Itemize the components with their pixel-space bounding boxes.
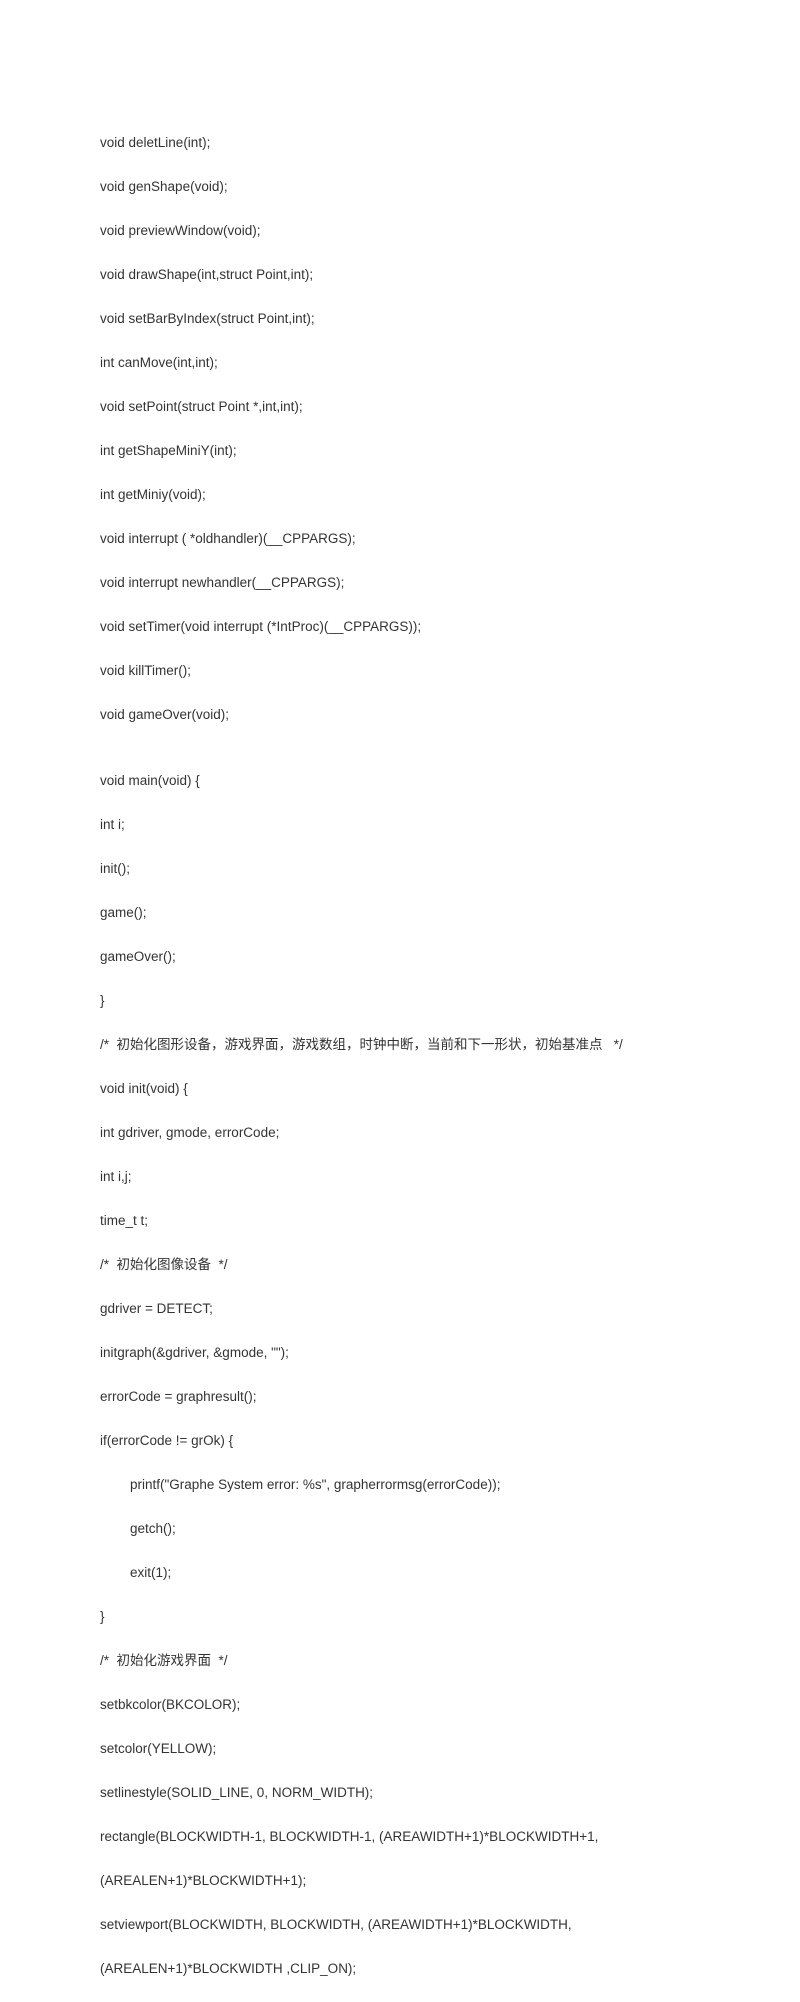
code-line: void setPoint(struct Point *,int,int); — [100, 396, 700, 418]
code-line: init(); — [100, 858, 700, 880]
code-line: void main(void) { — [100, 770, 700, 792]
code-line: (AREALEN+1)*BLOCKWIDTH ,CLIP_ON); — [100, 1958, 700, 1980]
code-line: int i; — [100, 814, 700, 836]
code-line: errorCode = graphresult(); — [100, 1386, 700, 1408]
code-line: void interrupt ( *oldhandler)(__CPPARGS)… — [100, 528, 700, 550]
code-line: } — [100, 1606, 700, 1628]
code-line: time_t t; — [100, 1210, 700, 1232]
code-line: int canMove(int,int); — [100, 352, 700, 374]
code-line: int gdriver, gmode, errorCode; — [100, 1122, 700, 1144]
code-line: setbkcolor(BKCOLOR); — [100, 1694, 700, 1716]
code-comment: /* 初始化游戏界面 */ — [100, 1650, 700, 1672]
code-line: rectangle(BLOCKWIDTH-1, BLOCKWIDTH-1, (A… — [100, 1826, 700, 1848]
code-line: initgraph(&gdriver, &gmode, ""); — [100, 1342, 700, 1364]
code-line: setlinestyle(SOLID_LINE, 0, NORM_WIDTH); — [100, 1782, 700, 1804]
code-line: int getShapeMiniY(int); — [100, 440, 700, 462]
code-line: void deletLine(int); — [100, 132, 700, 154]
code-line-indented: exit(1); — [100, 1562, 700, 1584]
code-line-indented: printf("Graphe System error: %s", graphe… — [100, 1474, 700, 1496]
code-line: setcolor(YELLOW); — [100, 1738, 700, 1760]
code-line: void genShape(void); — [100, 176, 700, 198]
code-line: int getMiniy(void); — [100, 484, 700, 506]
code-line: setviewport(BLOCKWIDTH, BLOCKWIDTH, (ARE… — [100, 1914, 700, 1936]
code-line: (AREALEN+1)*BLOCKWIDTH+1); — [100, 1870, 700, 1892]
code-line: void interrupt newhandler(__CPPARGS); — [100, 572, 700, 594]
code-line: void init(void) { — [100, 1078, 700, 1100]
code-line: gameOver(); — [100, 946, 700, 968]
code-line: void previewWindow(void); — [100, 220, 700, 242]
code-comment: /* 初始化图形设备，游戏界面，游戏数组，时钟中断，当前和下一形状，初始基准点 … — [100, 1034, 700, 1056]
code-line-indented: getch(); — [100, 1518, 700, 1540]
code-line: if(errorCode != grOk) { — [100, 1430, 700, 1452]
code-line: void setBarByIndex(struct Point,int); — [100, 308, 700, 330]
code-line: void setTimer(void interrupt (*IntProc)(… — [100, 616, 700, 638]
code-line: int i,j; — [100, 1166, 700, 1188]
code-line: game(); — [100, 902, 700, 924]
code-line: } — [100, 990, 700, 1012]
code-line: void drawShape(int,struct Point,int); — [100, 264, 700, 286]
code-document: void deletLine(int); void genShape(void)… — [100, 110, 700, 2002]
code-line: void killTimer(); — [100, 660, 700, 682]
code-line: gdriver = DETECT; — [100, 1298, 700, 1320]
code-comment: /* 初始化图像设备 */ — [100, 1254, 700, 1276]
code-line: void gameOver(void); — [100, 704, 700, 726]
